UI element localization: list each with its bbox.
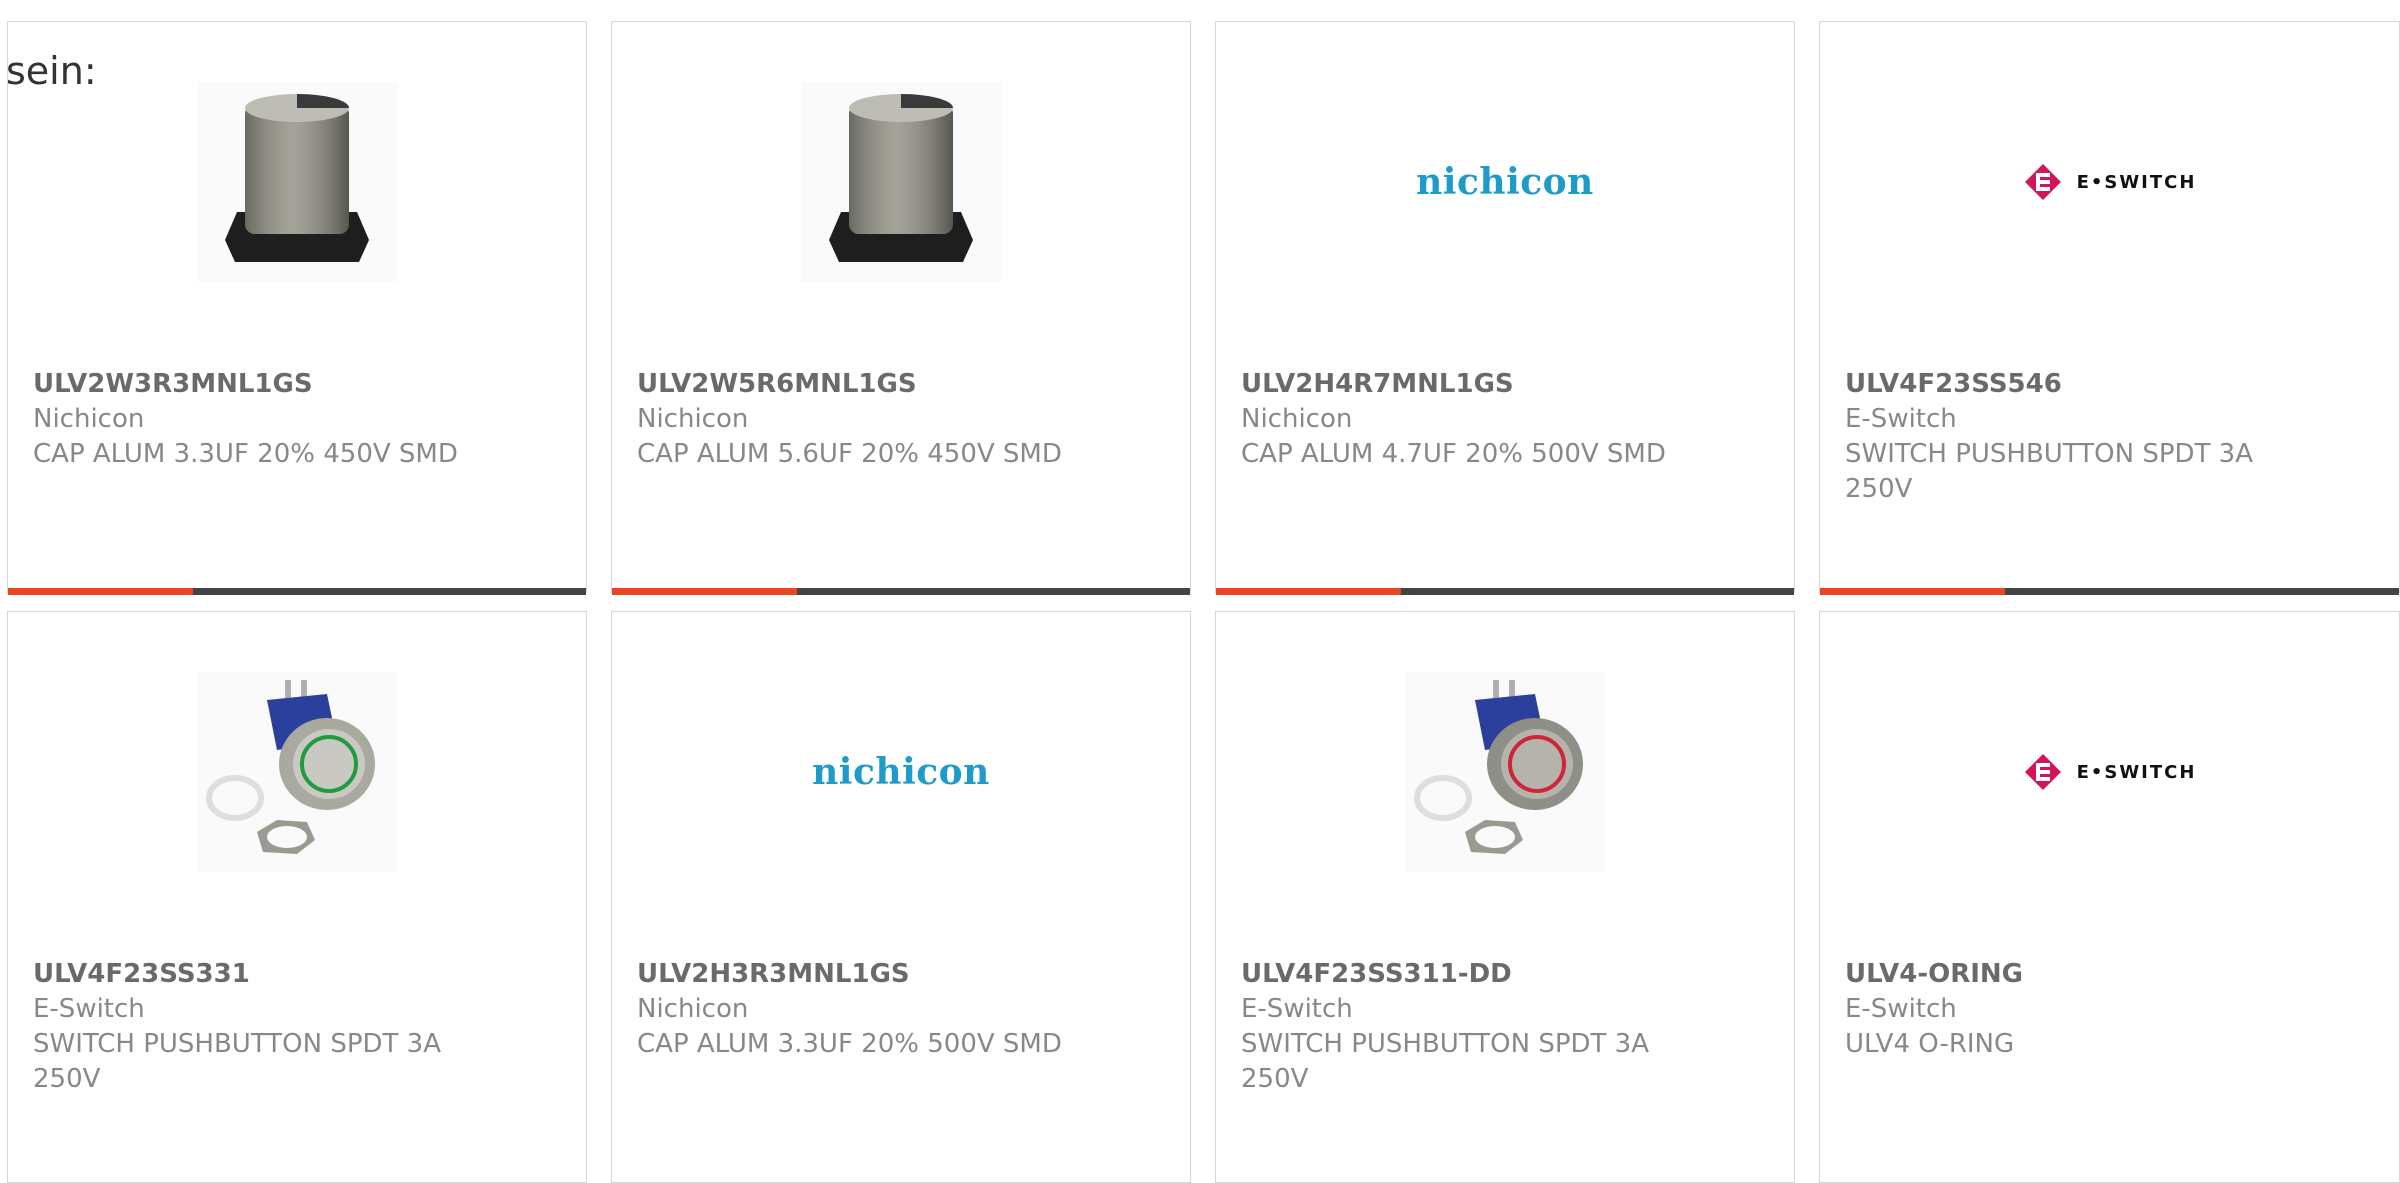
eswitch-wordmark: E•SWITCH — [2076, 171, 2197, 193]
product-image[interactable]: E•SWITCH — [1820, 672, 2399, 872]
eswitch-logo: E•SWITCH — [2023, 752, 2197, 792]
capacitor-icon — [801, 82, 1001, 282]
part-number[interactable]: ULV4-ORING — [1845, 957, 2279, 992]
progress-bar — [1820, 588, 2399, 595]
eswitch-wordmark: E•SWITCH — [2076, 761, 2197, 783]
progress-fill — [612, 588, 797, 595]
progress-bar — [1216, 588, 1794, 595]
part-number[interactable]: ULV2W5R6MNL1GS — [637, 367, 1070, 402]
progress-bar — [612, 588, 1190, 595]
description: CAP ALUM 4.7UF 20% 500V SMD — [1241, 439, 1666, 469]
part-number[interactable]: ULV4F23SS311-DD — [1241, 957, 1674, 992]
product-image[interactable] — [1216, 672, 1794, 872]
product-card[interactable]: ULV4F23SS331 E-Switch SWITCH PUSHBUTTON … — [7, 611, 587, 1183]
manufacturer: Nichicon — [637, 994, 749, 1024]
product-info: ULV2H3R3MNL1GS Nichicon CAP ALUM 3.3UF 2… — [637, 957, 1070, 1062]
manufacturer: E-Switch — [1845, 994, 1957, 1024]
product-image[interactable]: nichicon — [612, 672, 1190, 872]
part-number[interactable]: ULV4F23SS331 — [33, 957, 466, 992]
description: CAP ALUM 3.3UF 20% 500V SMD — [637, 1029, 1062, 1059]
description: CAP ALUM 5.6UF 20% 450V SMD — [637, 439, 1062, 469]
product-info: ULV4F23SS331 E-Switch SWITCH PUSHBUTTON … — [33, 957, 466, 1097]
progress-bar — [8, 588, 586, 595]
eswitch-logo: E•SWITCH — [2023, 162, 2197, 202]
product-info: ULV4-ORING E-Switch ULV4 O-RING — [1845, 957, 2279, 1062]
intro-text: sein: — [6, 49, 97, 93]
description: SWITCH PUSHBUTTON SPDT 3A 250V — [33, 1029, 442, 1094]
product-image[interactable] — [8, 672, 586, 872]
description: SWITCH PUSHBUTTON SPDT 3A 250V — [1845, 439, 2254, 504]
product-card[interactable]: ULV2W5R6MNL1GS Nichicon CAP ALUM 5.6UF 2… — [611, 21, 1191, 595]
nichicon-logo-icon: nichicon — [812, 751, 990, 793]
product-card[interactable]: E•SWITCH ULV4-ORING E-Switch ULV4 O-RING — [1819, 611, 2400, 1183]
product-card[interactable]: nichicon ULV2H3R3MNL1GS Nichicon CAP ALU… — [611, 611, 1191, 1183]
product-image[interactable]: E•SWITCH — [1820, 82, 2399, 282]
pushbutton-switch-icon — [1405, 672, 1605, 872]
part-number[interactable]: ULV4F23SS546 — [1845, 367, 2279, 402]
part-number[interactable]: ULV2H4R7MNL1GS — [1241, 367, 1674, 402]
product-card[interactable]: ULV4F23SS311-DD E-Switch SWITCH PUSHBUTT… — [1215, 611, 1795, 1183]
pushbutton-switch-icon — [197, 672, 397, 872]
capacitor-icon — [197, 82, 397, 282]
description: ULV4 O-RING — [1845, 1029, 2015, 1059]
manufacturer: E-Switch — [33, 994, 145, 1024]
manufacturer: E-Switch — [1241, 994, 1353, 1024]
product-info: ULV2W5R6MNL1GS Nichicon CAP ALUM 5.6UF 2… — [637, 367, 1070, 472]
eswitch-mark-icon — [2024, 754, 2061, 790]
product-image[interactable] — [612, 82, 1190, 282]
nichicon-logo-icon: nichicon — [1416, 161, 1594, 203]
product-card[interactable]: E•SWITCH ULV4F23SS546 E-Switch SWITCH PU… — [1819, 21, 2400, 595]
product-image[interactable]: nichicon — [1216, 82, 1794, 282]
part-number[interactable]: ULV2H3R3MNL1GS — [637, 957, 1070, 992]
manufacturer: Nichicon — [33, 404, 145, 434]
progress-fill — [8, 588, 193, 595]
product-info: ULV2W3R3MNL1GS Nichicon CAP ALUM 3.3UF 2… — [33, 367, 466, 472]
product-card[interactable]: nichicon ULV2H4R7MNL1GS Nichicon CAP ALU… — [1215, 21, 1795, 595]
description: CAP ALUM 3.3UF 20% 450V SMD — [33, 439, 458, 469]
manufacturer: Nichicon — [1241, 404, 1353, 434]
product-image[interactable] — [8, 82, 586, 282]
description: SWITCH PUSHBUTTON SPDT 3A 250V — [1241, 1029, 1650, 1094]
product-info: ULV2H4R7MNL1GS Nichicon CAP ALUM 4.7UF 2… — [1241, 367, 1674, 472]
product-info: ULV4F23SS311-DD E-Switch SWITCH PUSHBUTT… — [1241, 957, 1674, 1097]
progress-fill — [1820, 588, 2006, 595]
product-info: ULV4F23SS546 E-Switch SWITCH PUSHBUTTON … — [1845, 367, 2279, 507]
manufacturer: E-Switch — [1845, 404, 1957, 434]
product-card[interactable]: ULV2W3R3MNL1GS Nichicon CAP ALUM 3.3UF 2… — [7, 21, 587, 595]
progress-fill — [1216, 588, 1401, 595]
manufacturer: Nichicon — [637, 404, 749, 434]
part-number[interactable]: ULV2W3R3MNL1GS — [33, 367, 466, 402]
eswitch-mark-icon — [2024, 164, 2061, 200]
